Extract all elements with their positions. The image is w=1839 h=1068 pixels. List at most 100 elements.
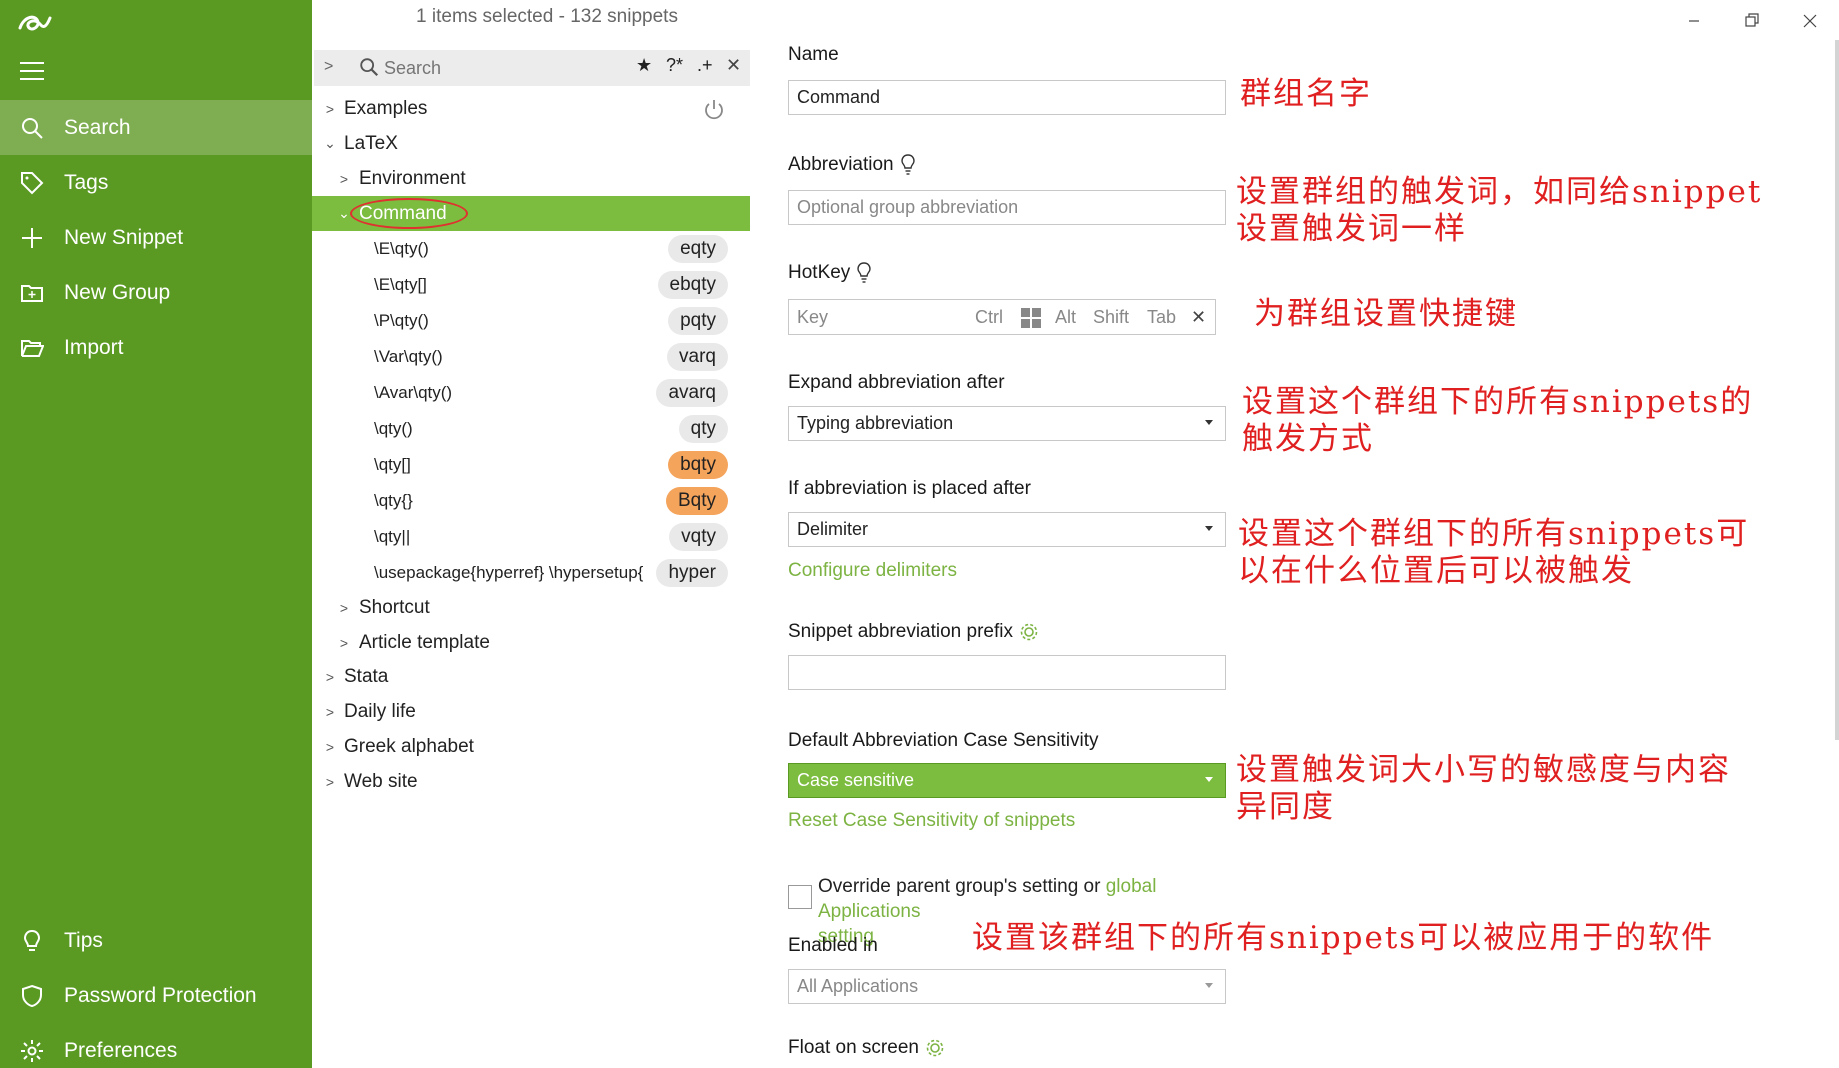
vertical-scrollbar[interactable] <box>1835 40 1839 740</box>
nav-preferences-label: Preferences <box>64 1038 178 1062</box>
annotation-case-1: 设置触发词大小写的敏感度与内容 <box>1236 752 1731 788</box>
name-label: Name <box>788 44 839 65</box>
snippet-row[interactable]: \Avar\qty() avarq <box>312 375 750 410</box>
group-abbreviation-input[interactable] <box>788 190 1226 225</box>
annotation-placed-2: 以在什么位置后可以被触发 <box>1238 553 1634 589</box>
nav-password-protection[interactable]: Password Protection <box>0 968 312 1023</box>
minimize-icon[interactable] <box>1680 8 1708 34</box>
snippet-row[interactable]: \E\qty() eqty <box>312 231 750 266</box>
nav-import[interactable]: Import <box>0 320 312 375</box>
reset-case-sensitivity-link[interactable]: Reset Case Sensitivity of snippets <box>788 810 1075 832</box>
tree-group-label: Article template <box>359 631 490 653</box>
snippet-text: \qty|| <box>374 526 411 546</box>
tree-group-daily-life[interactable]: > Daily life <box>312 694 750 729</box>
favorite-filter-button[interactable]: ★ <box>636 55 652 76</box>
hotkey-input[interactable]: Key Ctrl Alt Shift Tab ✕ <box>788 299 1216 335</box>
lightbulb-icon[interactable] <box>856 262 872 284</box>
expand-after-dropdown[interactable]: Typing abbreviation <box>788 406 1226 441</box>
search-bar: > ★ ?* .+ ✕ <box>314 50 750 86</box>
nav-new-group[interactable]: New Group <box>0 265 312 320</box>
case-sensitivity-dropdown[interactable]: Case sensitive <box>788 763 1226 798</box>
nav-preferences[interactable]: Preferences <box>0 1023 312 1068</box>
override-checkbox[interactable] <box>788 885 812 909</box>
annotation-ellipse <box>350 198 468 229</box>
folder-open-icon <box>21 339 44 357</box>
snippet-row[interactable]: \qty[] bqty <box>312 447 750 482</box>
search-input[interactable] <box>384 54 604 82</box>
group-name-input[interactable] <box>788 80 1226 115</box>
restore-icon[interactable] <box>1738 8 1766 34</box>
tree-group-web-site[interactable]: > Web site <box>312 764 750 799</box>
tree-group-shortcut[interactable]: > Shortcut <box>312 590 750 625</box>
gear-icon[interactable] <box>1019 622 1039 642</box>
clear-search-button[interactable]: ✕ <box>726 55 741 76</box>
windows-key-icon[interactable] <box>1021 308 1041 328</box>
hotkey-ctrl-toggle[interactable]: Ctrl <box>975 307 1003 328</box>
snippet-abbr-badge: pqty <box>668 306 728 335</box>
power-icon[interactable] <box>702 98 726 122</box>
chevron-right-icon: > <box>325 738 335 755</box>
placed-after-value: Delimiter <box>797 519 869 539</box>
chevron-right-icon: > <box>339 634 349 651</box>
tree-group-examples[interactable]: > Examples <box>312 91 750 126</box>
snippet-text: \qty() <box>374 418 413 438</box>
hotkey-alt-toggle[interactable]: Alt <box>1055 307 1076 328</box>
hamburger-icon[interactable] <box>20 62 44 82</box>
close-icon[interactable] <box>1796 8 1824 34</box>
search-icon <box>22 117 43 139</box>
nav-tips[interactable]: Tips <box>0 913 312 968</box>
hotkey-tab-toggle[interactable]: Tab <box>1147 307 1176 328</box>
shield-icon <box>22 984 42 1007</box>
chevron-right-icon[interactable]: > <box>324 58 333 76</box>
regex-filter-button[interactable]: ?* <box>666 55 683 76</box>
hotkey-shift-toggle[interactable]: Shift <box>1093 307 1129 328</box>
gear-icon[interactable] <box>925 1038 945 1058</box>
tag-icon <box>21 171 44 194</box>
snippet-row[interactable]: \E\qty[] ebqty <box>312 267 750 302</box>
snippet-row[interactable]: \P\qty() pqty <box>312 303 750 338</box>
snippet-row[interactable]: \usepackage{hyperref} \hypersetup{ hyper <box>312 555 750 590</box>
snippet-row[interactable]: \qty|| vqty <box>312 519 750 554</box>
hotkey-key-placeholder: Key <box>797 307 829 327</box>
snippet-row[interactable]: \qty{} Bqty <box>312 483 750 518</box>
chevron-right-icon: > <box>339 170 349 187</box>
enabled-in-dropdown[interactable]: All Applications <box>788 969 1226 1004</box>
expand-after-label: Expand abbreviation after <box>788 372 1005 393</box>
snippet-abbr-badge: qty <box>678 414 728 443</box>
nav-import-label: Import <box>64 335 124 359</box>
snippet-text: \Avar\qty() <box>374 382 453 402</box>
nav-tags[interactable]: Tags <box>0 155 312 210</box>
case-sensitivity-label: Default Abbreviation Case Sensitivity <box>788 730 1099 751</box>
configure-delimiters-link[interactable]: Configure delimiters <box>788 560 957 582</box>
nav-new-snippet[interactable]: New Snippet <box>0 210 312 265</box>
prefix-input[interactable] <box>788 655 1226 690</box>
chevron-right-icon: > <box>325 100 335 117</box>
tree-group-article-template[interactable]: > Article template <box>312 625 750 660</box>
lightbulb-icon[interactable] <box>900 154 916 176</box>
tree-group-stata[interactable]: > Stata <box>312 659 750 694</box>
tree-group-label: Stata <box>344 665 389 687</box>
chevron-right-icon: > <box>325 773 335 790</box>
snippet-text: \E\qty() <box>374 238 429 258</box>
snippet-row[interactable]: \Var\qty() varq <box>312 339 750 374</box>
tree-group-command[interactable]: ⌄ Command <box>312 196 750 231</box>
nav-search[interactable]: Search <box>0 100 312 155</box>
tree-group-latex[interactable]: ⌄ LaTeX <box>312 126 750 161</box>
tree-group-label: Web site <box>344 770 418 792</box>
float-label-row: Float on screen <box>788 1037 945 1059</box>
caret-down-icon <box>1205 526 1213 531</box>
snippet-row[interactable]: \qty() qty <box>312 411 750 446</box>
hotkey-clear-button[interactable]: ✕ <box>1191 307 1206 328</box>
placed-after-dropdown[interactable]: Delimiter <box>788 512 1226 547</box>
snippet-text: \qty[] <box>374 454 411 474</box>
folder-plus-icon <box>21 284 43 302</box>
hotkey-label-row: HotKey <box>788 262 872 284</box>
wildcard-filter-button[interactable]: .+ <box>697 55 713 76</box>
nav-new-snippet-label: New Snippet <box>64 225 184 249</box>
tree-group-greek-alphabet[interactable]: > Greek alphabet <box>312 729 750 764</box>
placed-after-label: If abbreviation is placed after <box>788 478 1031 499</box>
tree-group-environment[interactable]: > Environment <box>312 161 750 196</box>
group-settings-panel: Name 群组名字 Abbreviation 设置群组的触发词，如同给snipp… <box>750 0 1839 1068</box>
gear-icon <box>21 1039 43 1062</box>
chevron-down-icon: ⌄ <box>324 135 336 151</box>
